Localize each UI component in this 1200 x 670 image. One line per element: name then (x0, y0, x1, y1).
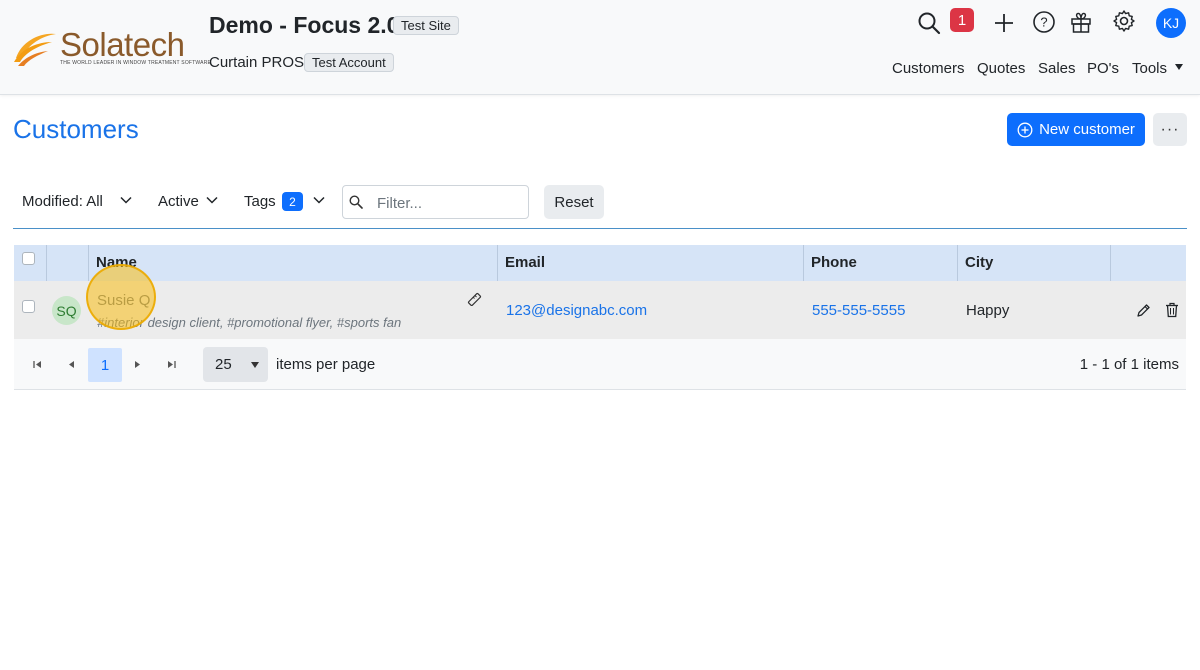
select-all-checkbox[interactable] (22, 252, 35, 265)
filter-input-box (342, 185, 529, 219)
customer-avatar: SQ (52, 296, 81, 325)
ruler-icon[interactable] (467, 292, 482, 307)
search-icon (349, 195, 363, 209)
customer-city: Happy (966, 302, 1010, 319)
account-name: Curtain PROS (209, 54, 305, 71)
page-size-value: 25 (215, 356, 232, 373)
page-size-select[interactable]: 25 (203, 347, 268, 382)
customer-email[interactable]: 123@designabc.com (506, 302, 647, 319)
prev-page-icon[interactable] (67, 360, 75, 369)
user-avatar[interactable]: KJ (1156, 8, 1186, 38)
nav-tools[interactable]: Tools (1132, 60, 1167, 80)
column-header-phone[interactable]: Phone (811, 254, 857, 271)
chevron-down-icon[interactable] (120, 196, 132, 204)
last-page-icon[interactable] (167, 360, 176, 369)
customer-name[interactable]: Susie Q (97, 292, 150, 309)
active-filter[interactable]: Active (158, 193, 199, 210)
logo-swoosh-icon (14, 33, 56, 66)
column-separator (1110, 245, 1111, 281)
column-separator[interactable] (957, 245, 958, 281)
nav-pos[interactable]: PO's (1087, 60, 1119, 80)
filter-divider (13, 228, 1187, 229)
customer-tags: #interior design client, #promotional fl… (97, 315, 402, 330)
plus-circle-icon (1017, 122, 1033, 137)
logo-tagline: THE WORLD LEADER IN WINDOW TREATMENT SOF… (60, 60, 212, 66)
nav-quotes[interactable]: Quotes (977, 60, 1025, 80)
column-header-email[interactable]: Email (505, 254, 545, 271)
reset-button[interactable]: Reset (544, 185, 604, 219)
tags-count-badge: 2 (282, 192, 303, 211)
filter-input[interactable] (377, 193, 522, 213)
page-size-label: items per page (276, 356, 376, 373)
new-customer-button[interactable]: New customer (1007, 113, 1145, 146)
top-bar: Solatech THE WORLD LEADER IN WINDOW TREA… (0, 0, 1200, 95)
first-page-icon[interactable] (33, 360, 42, 369)
chevron-down-icon[interactable] (313, 196, 325, 204)
next-page-icon[interactable] (134, 360, 142, 369)
search-icon[interactable] (916, 10, 942, 36)
site-title: Demo - Focus 2.0 (209, 12, 400, 38)
site-badge: Test Site (393, 16, 459, 35)
solatech-logo[interactable]: Solatech THE WORLD LEADER IN WINDOW TREA… (12, 24, 211, 70)
logo-text: Solatech (60, 26, 185, 63)
trash-icon[interactable] (1165, 302, 1179, 318)
tools-caret-icon[interactable] (1175, 64, 1183, 70)
column-separator (88, 245, 89, 281)
gear-icon[interactable] (1111, 8, 1137, 34)
modified-filter[interactable]: Modified: All (22, 193, 103, 210)
row-checkbox[interactable] (22, 300, 35, 313)
page-title: Customers (13, 114, 139, 144)
nav-sales[interactable]: Sales (1038, 60, 1076, 80)
notification-badge[interactable]: 1 (950, 8, 974, 32)
gift-icon[interactable] (1068, 9, 1094, 35)
plus-icon[interactable] (991, 10, 1017, 36)
customer-phone[interactable]: 555-555-5555 (812, 302, 905, 319)
page-number-current[interactable]: 1 (88, 348, 122, 382)
svg-text:?: ? (1040, 15, 1047, 30)
column-header-city[interactable]: City (965, 254, 993, 271)
pager (14, 339, 1186, 390)
column-separator[interactable] (497, 245, 498, 281)
more-options-button[interactable]: ··· (1153, 113, 1187, 146)
edit-pencil-icon[interactable] (1136, 303, 1151, 318)
new-customer-label: New customer (1039, 121, 1135, 138)
grid-header (14, 245, 1186, 281)
column-header-name[interactable]: Name (96, 254, 137, 271)
nav-customers[interactable]: Customers (892, 60, 965, 80)
caret-down-icon (251, 362, 259, 368)
tags-filter[interactable]: Tags (244, 193, 276, 210)
chevron-down-icon[interactable] (206, 196, 218, 204)
column-separator (46, 245, 47, 281)
column-separator[interactable] (803, 245, 804, 281)
pager-info: 1 - 1 of 1 items (1079, 356, 1179, 373)
help-icon[interactable]: ? (1031, 9, 1057, 35)
account-badge: Test Account (304, 53, 394, 72)
